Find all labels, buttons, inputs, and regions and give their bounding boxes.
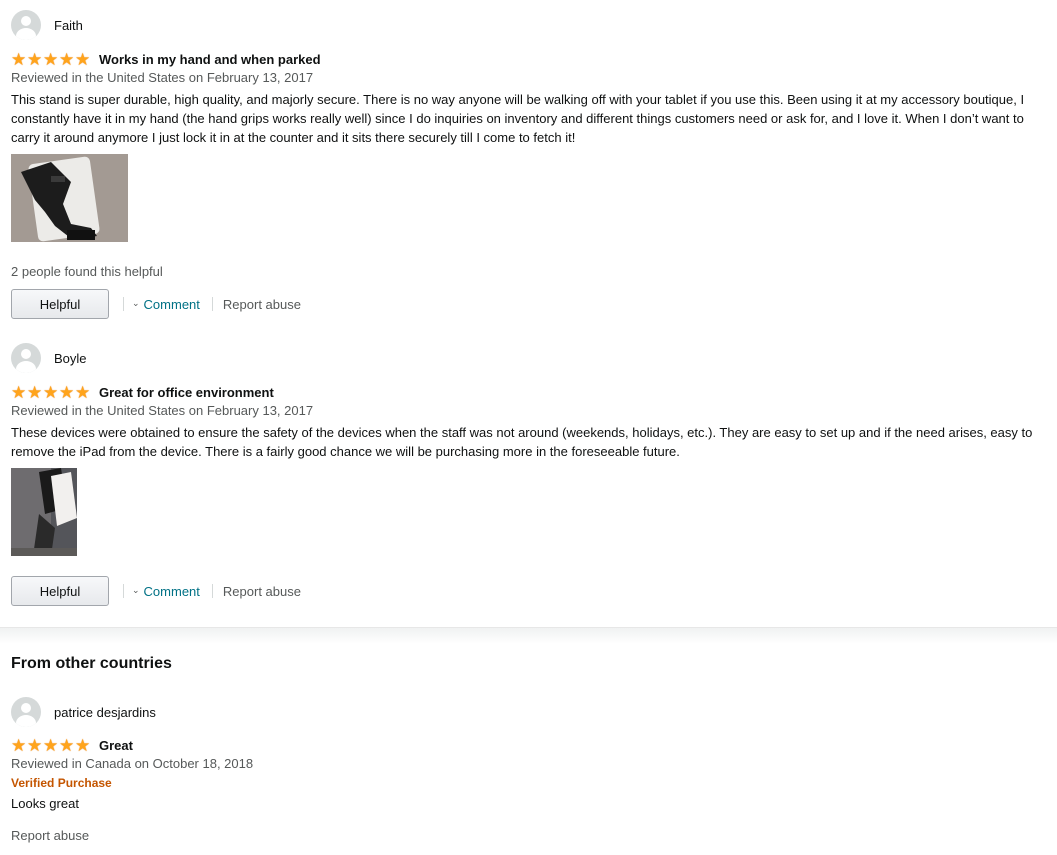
tablet-stand-photo: [11, 154, 128, 242]
report-abuse-link[interactable]: Report abuse: [223, 584, 301, 599]
reviewer-name: patrice desjardins: [54, 704, 156, 720]
comment-link[interactable]: ⌄ Comment: [132, 584, 200, 599]
review-date: Reviewed in the United States on Februar…: [11, 403, 314, 418]
review-title[interactable]: Great for office environment: [99, 385, 274, 400]
divider: [211, 584, 213, 598]
review-actions: Helpful ⌄ Comment Report abuse: [11, 576, 301, 606]
report-abuse-link[interactable]: Report abuse: [223, 297, 301, 312]
comment-label: Comment: [143, 296, 200, 312]
star-icon: ★: [11, 49, 27, 69]
review-body: This stand is super durable, high qualit…: [11, 92, 1025, 145]
reviewer-name: Boyle: [54, 350, 87, 366]
star-rating[interactable]: ★ ★ ★ ★ ★: [11, 51, 90, 68]
reviewer-profile[interactable]: Faith: [11, 10, 1051, 40]
star-icon: ★: [43, 735, 59, 755]
comment-label: Comment: [143, 583, 200, 599]
chevron-down-icon: ⌄: [132, 584, 140, 595]
star-icon: ★: [59, 49, 75, 69]
review-title[interactable]: Works in my hand and when parked: [99, 52, 321, 67]
review-card: Boyle ★ ★ ★ ★ ★ Great for office environ…: [11, 343, 1051, 461]
section-divider: [0, 627, 1057, 644]
star-icon: ★: [27, 49, 43, 69]
star-rating[interactable]: ★ ★ ★ ★ ★: [11, 384, 90, 401]
avatar-icon: [11, 10, 41, 40]
helpful-count: 2 people found this helpful: [11, 264, 163, 279]
verified-purchase-badge: Verified Purchase: [11, 776, 112, 790]
star-icon: ★: [27, 735, 43, 755]
star-icon: ★: [75, 735, 91, 755]
avatar-icon: [11, 343, 41, 373]
star-icon: ★: [75, 382, 91, 402]
comment-link[interactable]: ⌄ Comment: [132, 297, 200, 312]
review-card: Faith ★ ★ ★ ★ ★ Works in my hand and whe…: [11, 10, 1051, 147]
review-date: Reviewed in the United States on Februar…: [11, 70, 314, 85]
star-icon: ★: [11, 735, 27, 755]
star-icon: ★: [59, 735, 75, 755]
reviewer-profile[interactable]: Boyle: [11, 343, 1051, 373]
reviewer-profile[interactable]: patrice desjardins: [11, 697, 1051, 727]
review-image[interactable]: [11, 468, 77, 556]
review-date: Reviewed in Canada on October 18, 2018: [11, 756, 254, 771]
star-icon: ★: [11, 382, 27, 402]
star-icon: ★: [43, 49, 59, 69]
review-card: patrice desjardins ★ ★ ★ ★ ★ Great Revie…: [11, 697, 1051, 813]
star-icon: ★: [75, 49, 91, 69]
divider: [123, 297, 124, 311]
reviewer-name: Faith: [54, 17, 83, 33]
report-abuse-link[interactable]: Report abuse: [11, 828, 89, 843]
helpful-button[interactable]: Helpful: [11, 289, 109, 319]
star-icon: ★: [43, 382, 59, 402]
review-image[interactable]: [11, 154, 128, 242]
review-actions: Helpful ⌄ Comment Report abuse: [11, 289, 301, 319]
star-icon: ★: [27, 382, 43, 402]
avatar-icon: [11, 697, 41, 727]
office-photo: [11, 468, 77, 556]
star-rating[interactable]: ★ ★ ★ ★ ★: [11, 737, 90, 754]
helpful-button[interactable]: Helpful: [11, 576, 109, 606]
review-body: Looks great: [11, 796, 79, 811]
section-heading: From other countries: [11, 655, 172, 672]
chevron-down-icon: ⌄: [132, 297, 140, 308]
star-icon: ★: [59, 382, 75, 402]
review-title: Great: [99, 737, 133, 753]
review-body: These devices were obtained to ensure th…: [11, 425, 1033, 459]
divider: [123, 584, 124, 598]
divider: [211, 297, 213, 311]
